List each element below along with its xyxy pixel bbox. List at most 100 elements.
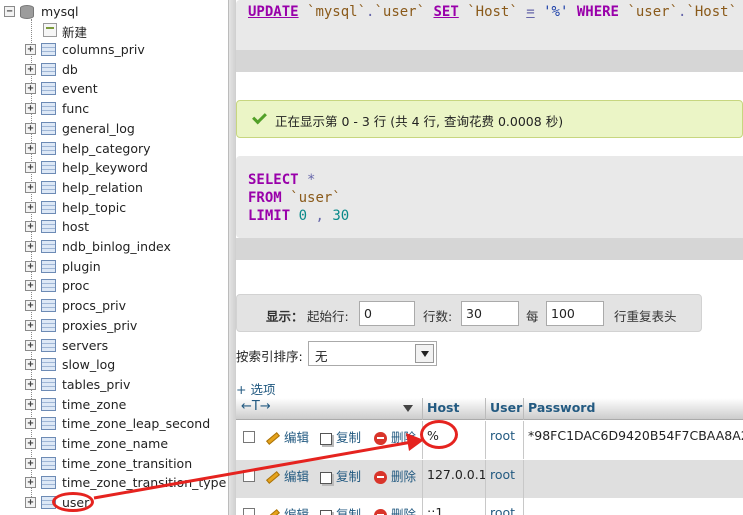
tree-table-help_category[interactable]: + help_category (0, 139, 228, 159)
expand-icon[interactable]: + (25, 162, 36, 174)
tree-db-mysql[interactable]: − mysql (0, 2, 228, 22)
table-name[interactable]: host (62, 219, 89, 234)
copy-button[interactable]: 复制 (320, 466, 361, 485)
expand-icon[interactable]: + (25, 497, 36, 509)
table-name[interactable]: tables_priv (62, 377, 130, 392)
tree-table-user[interactable]: + user (0, 493, 228, 513)
expand-icon[interactable]: + (25, 103, 36, 115)
table-name[interactable]: proxies_priv (62, 318, 137, 333)
expand-icon[interactable]: + (25, 201, 36, 213)
edit-button[interactable]: 编辑 (266, 504, 309, 515)
expand-icon[interactable]: + (25, 241, 36, 252)
tree-table-general_log[interactable]: + general_log (0, 119, 228, 139)
expand-icon[interactable]: + (25, 477, 36, 489)
collapse-icon[interactable]: − (4, 6, 15, 17)
table-name[interactable]: help_keyword (62, 160, 148, 175)
tree-table-event[interactable]: + event (0, 79, 228, 99)
expand-icon[interactable]: + (25, 398, 36, 410)
table-name[interactable]: columns_priv (62, 42, 145, 57)
tree-table-db[interactable]: + db (0, 60, 228, 80)
column-header-password[interactable]: Password (528, 400, 595, 415)
delete-button[interactable]: 删除 (374, 427, 416, 446)
table-name[interactable]: time_zone (62, 397, 126, 412)
expand-icon[interactable]: + (25, 378, 36, 390)
chevron-down-icon[interactable] (415, 344, 434, 363)
table-name[interactable]: time_zone_transition_type (62, 475, 226, 490)
tree-table-servers[interactable]: + servers (0, 336, 228, 356)
tree-table-tables_priv[interactable]: + tables_priv (0, 375, 228, 395)
expand-icon[interactable]: + (25, 280, 36, 292)
table-name[interactable]: general_log (62, 121, 135, 136)
column-menu-icon[interactable] (403, 405, 413, 412)
edit-button[interactable]: 编辑 (266, 427, 309, 446)
tree-table-proxies_priv[interactable]: + proxies_priv (0, 316, 228, 336)
expand-icon[interactable]: + (25, 221, 36, 233)
table-name[interactable]: proc (62, 278, 89, 293)
expand-icon[interactable]: + (25, 83, 36, 95)
copy-button[interactable]: 复制 (320, 504, 361, 515)
table-name[interactable]: event (62, 81, 98, 96)
repeat-header-input[interactable] (546, 301, 604, 326)
table-name[interactable]: time_zone_transition (62, 456, 192, 471)
table-name[interactable]: help_category (62, 141, 151, 156)
cell-host[interactable]: 127.0.0.1 (427, 467, 487, 482)
table-name[interactable]: procs_priv (62, 298, 126, 313)
table-name[interactable]: plugin (62, 259, 101, 274)
expand-icon[interactable]: + (25, 319, 36, 331)
expand-icon[interactable]: + (25, 339, 36, 351)
column-header-user[interactable]: User (490, 400, 522, 415)
tree-table-help_keyword[interactable]: + help_keyword (0, 158, 228, 178)
cell-host[interactable]: ::1 (427, 505, 443, 515)
table-name[interactable]: db (62, 62, 78, 77)
tree-table-time_zone_transition_type[interactable]: + time_zone_transition_type (0, 473, 228, 493)
table-name[interactable]: slow_log (62, 357, 115, 372)
tree-table-slow_log[interactable]: + slow_log (0, 355, 228, 375)
expand-icon[interactable]: + (25, 457, 36, 469)
tree-table-time_zone_transition[interactable]: + time_zone_transition (0, 454, 228, 474)
options-link[interactable]: + 选项 (236, 379, 275, 398)
column-arrows-icon[interactable]: ←T→ (241, 399, 271, 414)
expand-icon[interactable]: + (25, 63, 36, 75)
tree-table-host[interactable]: + host (0, 217, 228, 237)
tree-table-proc[interactable]: + proc (0, 276, 228, 296)
new-table-label[interactable]: 新建 (62, 22, 87, 41)
row-count-input[interactable] (461, 301, 519, 326)
tree-table-time_zone_name[interactable]: + time_zone_name (0, 434, 228, 454)
expand-icon[interactable]: + (25, 438, 36, 449)
expand-icon[interactable]: + (25, 122, 36, 134)
edit-button[interactable]: 编辑 (266, 466, 309, 485)
cell-user[interactable]: root (490, 467, 515, 482)
tree-item-new[interactable]: 新建 (0, 20, 228, 40)
cell-user[interactable]: root (490, 505, 515, 515)
table-name[interactable]: func (62, 101, 89, 116)
sort-index-select[interactable]: 无 (308, 341, 437, 366)
column-header-host[interactable]: Host (427, 400, 459, 415)
tree-table-help_topic[interactable]: + help_topic (0, 198, 228, 218)
table-name[interactable]: help_relation (62, 180, 143, 195)
tree-table-procs_priv[interactable]: + procs_priv (0, 296, 228, 316)
tree-table-func[interactable]: + func (0, 99, 228, 119)
kw-update[interactable]: UPDATE (248, 4, 299, 20)
table-name[interactable]: time_zone_leap_second (62, 416, 210, 431)
tree-table-time_zone[interactable]: + time_zone (0, 395, 228, 415)
expand-icon[interactable]: + (25, 44, 36, 55)
tree-table-ndb_binlog_index[interactable]: + ndb_binlog_index (0, 237, 228, 257)
expand-icon[interactable]: + (25, 359, 36, 371)
kw-set[interactable]: SET (433, 4, 458, 20)
cell-user[interactable]: root (490, 428, 515, 443)
table-name[interactable]: ndb_binlog_index (62, 239, 171, 254)
table-name[interactable]: servers (62, 338, 108, 353)
row-checkbox[interactable] (243, 431, 255, 443)
expand-icon[interactable]: + (25, 181, 36, 193)
expand-icon[interactable]: + (25, 142, 36, 154)
pane-divider[interactable] (228, 0, 236, 515)
table-name[interactable]: help_topic (62, 200, 126, 215)
delete-button[interactable]: 删除 (374, 504, 416, 515)
tree-table-time_zone_leap_second[interactable]: + time_zone_leap_second (0, 414, 228, 434)
copy-button[interactable]: 复制 (320, 427, 361, 446)
cell-password[interactable]: *98FC1DAC6D9420B54F7CBAA8A2 (528, 428, 743, 443)
row-checkbox[interactable] (243, 470, 255, 482)
delete-button[interactable]: 删除 (374, 466, 416, 485)
tree-table-plugin[interactable]: + plugin (0, 257, 228, 277)
tree-table-help_relation[interactable]: + help_relation (0, 178, 228, 198)
